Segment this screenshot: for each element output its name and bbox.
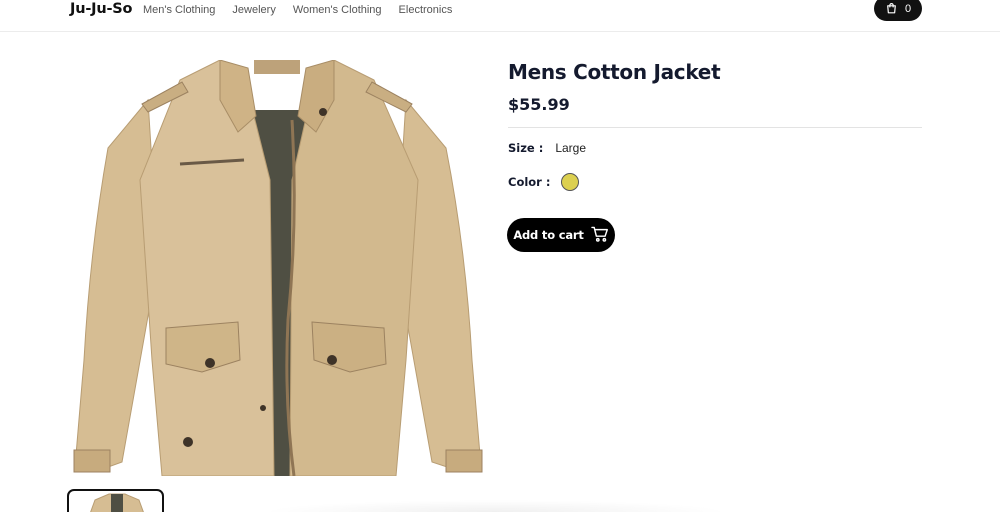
size-row: Size : Large — [508, 141, 586, 155]
shopping-bag-icon — [885, 2, 898, 15]
add-to-cart-button[interactable]: Add to cart — [507, 218, 615, 252]
bottom-shadow — [260, 500, 730, 512]
color-row: Color : — [508, 173, 580, 191]
nav-item-womens-clothing[interactable]: Women's Clothing — [293, 4, 382, 16]
product-thumbnail[interactable] — [67, 489, 164, 512]
product-title: Mens Cotton Jacket — [508, 60, 721, 84]
product-price: $55.99 — [508, 95, 570, 114]
color-label: Color : — [508, 175, 551, 189]
nav-item-electronics[interactable]: Electronics — [399, 4, 453, 16]
cart-icon — [590, 226, 609, 245]
product-image — [73, 60, 483, 476]
cart-button[interactable]: 0 — [874, 0, 922, 21]
color-swatch[interactable] — [561, 173, 580, 191]
nav-item-mens-clothing[interactable]: Men's Clothing — [143, 4, 215, 16]
category-nav: Men's Clothing Jewelery Women's Clothing… — [143, 4, 452, 16]
cart-count: 0 — [904, 2, 912, 15]
brand-logo[interactable]: Ju-Ju-So — [70, 1, 132, 17]
size-label: Size : — [508, 141, 544, 155]
nav-item-jewelery[interactable]: Jewelery — [232, 4, 275, 16]
divider — [508, 127, 922, 128]
top-navbar: Ju-Ju-So Men's Clothing Jewelery Women's… — [0, 0, 1000, 32]
thumbnail-image — [90, 493, 144, 512]
size-value: Large — [555, 141, 587, 155]
add-to-cart-label: Add to cart — [513, 228, 584, 242]
